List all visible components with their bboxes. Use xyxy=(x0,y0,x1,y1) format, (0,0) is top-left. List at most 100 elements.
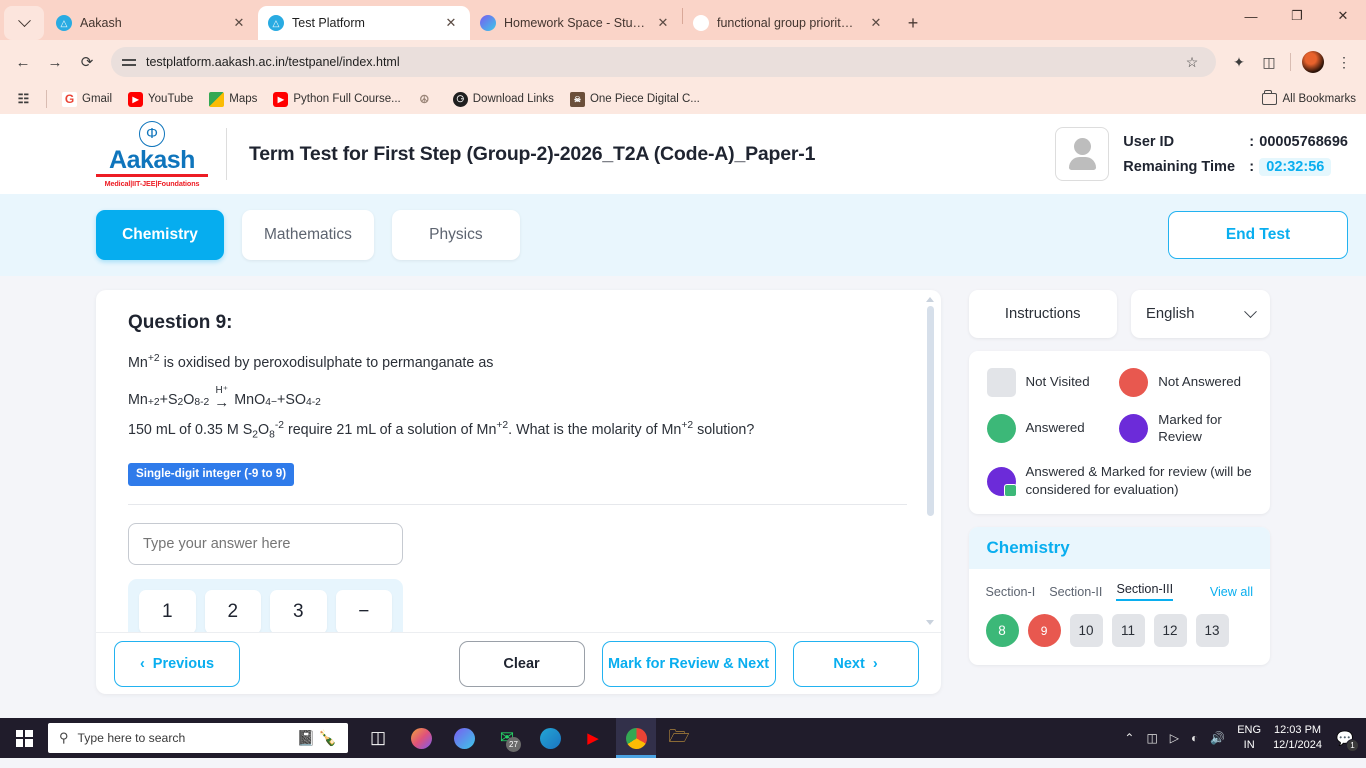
taskbar-apps: ◫ ✉ 27 ▶ 🗁 xyxy=(358,718,699,758)
right-arrow-icon: → xyxy=(214,394,230,412)
bookmark-maps[interactable]: Maps xyxy=(203,90,263,109)
time-text: 12:03 PM xyxy=(1273,724,1322,737)
profile-avatar[interactable] xyxy=(1302,51,1324,73)
search-input[interactable]: ⚲ Type here to search 📓 🍾 xyxy=(48,723,348,753)
back-icon[interactable]: ← xyxy=(8,47,38,77)
bookmarks-divider xyxy=(46,90,47,108)
youtube-button[interactable]: ▶ xyxy=(573,718,613,758)
camera-icon[interactable]: ◫ xyxy=(1146,731,1157,745)
q1-sup: +2 xyxy=(147,353,160,364)
tab-chemistry[interactable]: Chemistry xyxy=(96,210,224,260)
keypad-key-3[interactable]: 3 xyxy=(270,589,327,633)
forward-icon[interactable]: → xyxy=(40,47,70,77)
keypad-key-2[interactable]: 2 xyxy=(204,589,261,633)
edge-icon xyxy=(539,727,561,749)
keypad-key-1[interactable]: 1 xyxy=(139,589,196,633)
side-panel-icon[interactable]: ◫ xyxy=(1255,48,1283,76)
browser-tab-aakash[interactable]: △ Aakash ✕ xyxy=(46,6,258,40)
close-window-button[interactable]: ✕ xyxy=(1320,0,1366,32)
browser-tab-google-search[interactable]: G functional group priority order ✕ xyxy=(683,6,895,40)
previous-button[interactable]: ‹ Previous xyxy=(114,640,240,687)
language-indicator[interactable]: ENG IN xyxy=(1237,723,1261,753)
maximize-button[interactable]: ❐ xyxy=(1274,0,1320,32)
browser-tab-studyx[interactable]: Homework Space - StudyX ✕ xyxy=(470,6,682,40)
question-number-11[interactable]: 11 xyxy=(1111,614,1145,648)
tab-mathematics[interactable]: Mathematics xyxy=(242,210,374,260)
volume-icon[interactable]: 🔊 xyxy=(1210,731,1225,745)
scroll-down-icon[interactable] xyxy=(925,620,934,626)
file-explorer-button[interactable]: 🗁 xyxy=(659,718,699,758)
question-scrollbar[interactable] xyxy=(925,296,936,626)
chrome-menu-icon[interactable]: ⋮ xyxy=(1330,48,1358,76)
question-number-9[interactable]: 9 xyxy=(1027,614,1061,648)
bookmark-one-piece[interactable]: ☠ One Piece Digital C... xyxy=(564,90,706,109)
browser-tab-test-platform[interactable]: △ Test Platform ✕ xyxy=(258,6,470,40)
bookmark-download-links[interactable]: ⚆ Download Links xyxy=(447,90,560,109)
clock[interactable]: 12:03 PM 12/1/2024 xyxy=(1273,723,1322,753)
close-icon[interactable]: ✕ xyxy=(230,14,248,32)
chrome-button[interactable] xyxy=(616,718,656,758)
mark-for-review-next-button[interactable]: Mark for Review & Next xyxy=(601,640,776,687)
scroll-up-icon[interactable] xyxy=(925,297,934,302)
reload-icon[interactable]: ⟳ xyxy=(72,47,102,77)
battery-icon[interactable]: ▷ xyxy=(1170,731,1179,745)
copilot-button[interactable] xyxy=(401,718,441,758)
q3-e: solution? xyxy=(693,422,755,439)
language-select[interactable]: English xyxy=(1131,290,1270,338)
minimize-button[interactable]: — xyxy=(1228,0,1274,32)
bookmark-youtube[interactable]: ▶ YouTube xyxy=(122,90,199,109)
section-tab-3[interactable]: Section-III xyxy=(1116,582,1174,602)
notification-center-button[interactable]: 💬 1 xyxy=(1334,727,1359,752)
question-number-8[interactable]: 8 xyxy=(985,614,1019,648)
bookmark-star-icon[interactable]: ☆ xyxy=(1178,48,1206,76)
answer-input[interactable] xyxy=(128,522,403,565)
close-icon[interactable]: ✕ xyxy=(867,14,885,32)
edge-dev-button[interactable] xyxy=(444,718,484,758)
status-legend: Not Visited Not Answered Answered Marked… xyxy=(968,351,1270,515)
bookmark-label: One Piece Digital C... xyxy=(589,93,700,105)
question-number-13[interactable]: 13 xyxy=(1195,614,1229,648)
legend-not-visited: Not Visited xyxy=(986,368,1120,397)
wifi-icon[interactable]: ◐ xyxy=(1191,731,1198,745)
palette-body: Section-I Section-II Section-III View al… xyxy=(969,569,1270,665)
whatsapp-button[interactable]: ✉ 27 xyxy=(487,718,527,758)
keypad-key-minus[interactable]: − xyxy=(335,589,392,633)
new-tab-button[interactable]: + xyxy=(899,9,927,37)
section-tab-1[interactable]: Section-I xyxy=(986,585,1036,599)
brand-logo: Φ Aakash Medical|IIT-JEE|Foundations xyxy=(96,120,249,188)
question-number-10[interactable]: 10 xyxy=(1069,614,1103,648)
scrollbar-thumb[interactable] xyxy=(926,306,934,516)
chrome-icon xyxy=(625,727,647,749)
edge-button[interactable] xyxy=(530,718,570,758)
header-divider xyxy=(226,128,227,180)
bookmark-gmail[interactable]: G Gmail xyxy=(56,90,118,109)
all-bookmarks-button[interactable]: All Bookmarks xyxy=(1261,90,1357,105)
close-icon[interactable]: ✕ xyxy=(442,14,460,32)
apps-grid-button[interactable]: ☷ xyxy=(10,90,37,109)
close-icon[interactable]: ✕ xyxy=(654,14,672,32)
address-bar[interactable]: testplatform.aakash.ac.in/testpanel/inde… xyxy=(111,47,1216,77)
instructions-button[interactable]: Instructions xyxy=(968,290,1117,338)
bookmark-temple[interactable]: ☮ xyxy=(411,90,443,109)
main-content: Question 9: Mn+2 is oxidised by peroxodi… xyxy=(0,276,1366,694)
clear-button[interactable]: Clear xyxy=(458,640,585,687)
all-bookmarks-label: All Bookmarks xyxy=(1282,93,1357,105)
extensions-puzzle-icon[interactable]: ✦ xyxy=(1225,48,1253,76)
tab-search-dropdown-button[interactable] xyxy=(4,6,44,40)
answered-swatch-icon xyxy=(986,414,1016,444)
question-number-12[interactable]: 12 xyxy=(1153,614,1187,648)
next-button[interactable]: Next › xyxy=(792,640,919,687)
tab-physics[interactable]: Physics xyxy=(391,210,520,260)
view-all-link[interactable]: View all xyxy=(1210,585,1253,599)
section-tab-2[interactable]: Section-II xyxy=(1049,585,1102,599)
chevron-down-icon xyxy=(17,13,31,27)
colon: : xyxy=(1249,133,1255,150)
start-button[interactable] xyxy=(0,718,48,758)
bookmark-python-course[interactable]: ▶ Python Full Course... xyxy=(267,90,406,109)
task-view-button[interactable]: ◫ xyxy=(358,718,398,758)
site-settings-icon[interactable] xyxy=(121,54,137,70)
end-test-button[interactable]: End Test xyxy=(1168,211,1348,259)
numeric-keypad: 1 2 3 − xyxy=(128,578,403,633)
aakash-flame-icon: Φ xyxy=(139,120,165,147)
show-hidden-icons-chevron[interactable]: ⌃ xyxy=(1124,731,1134,745)
